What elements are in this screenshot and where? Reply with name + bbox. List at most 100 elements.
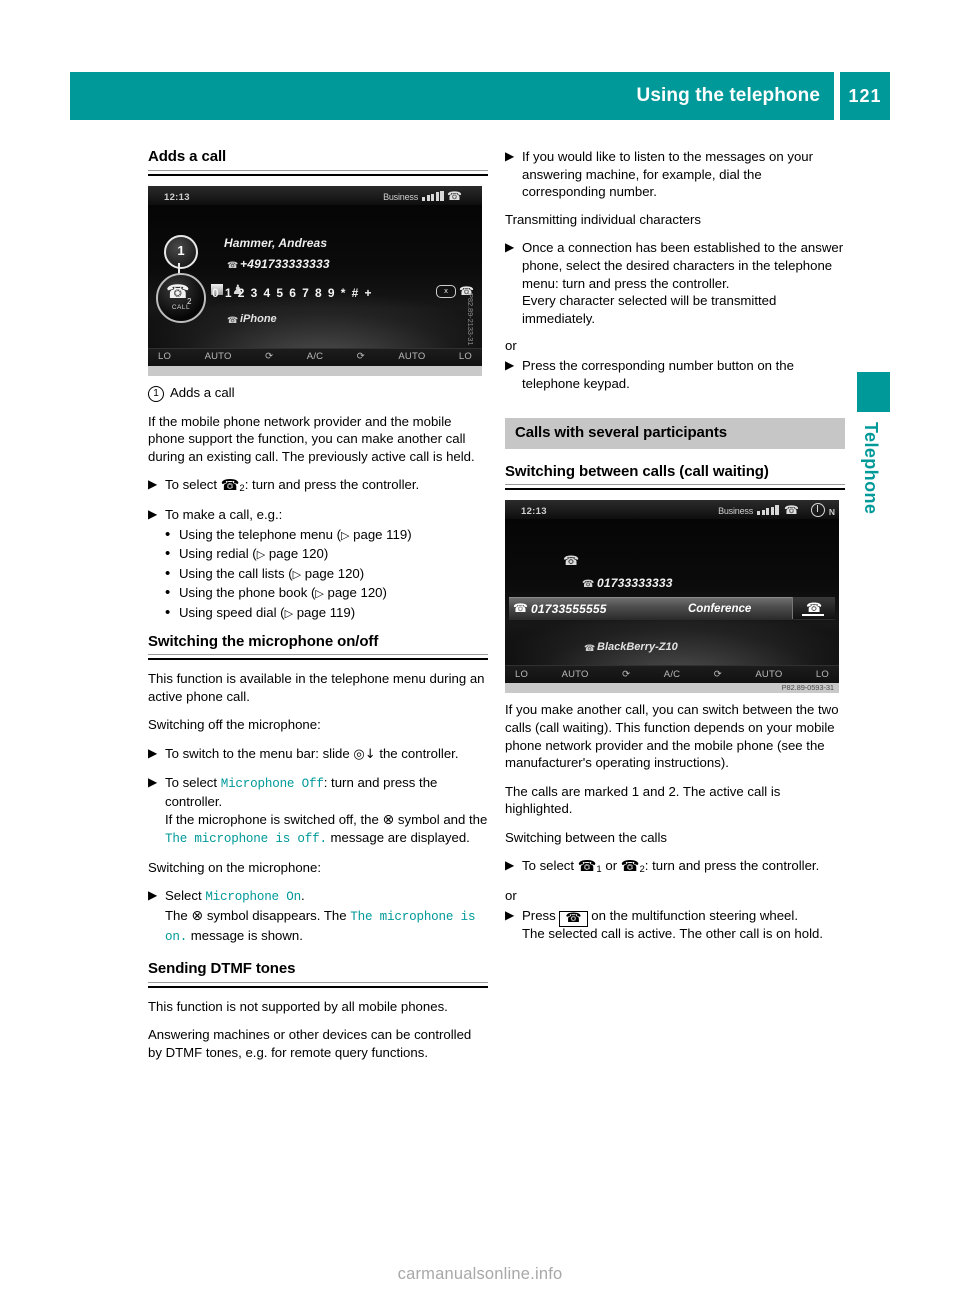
heading-switching-between-calls: Switching between calls (call waiting) [505, 462, 769, 480]
keypad-key[interactable]: 0 [212, 285, 219, 303]
step-press-detail: The selected call is active. The other c… [522, 925, 824, 941]
legend-text: Adds a call [170, 384, 235, 400]
list-item: Using speed dial (▷ page 119) [165, 604, 488, 623]
status-message-mic-off: The microphone is off. [165, 832, 327, 847]
keypad-key[interactable]: 2 [238, 285, 245, 303]
step-select-call2: ▶ To select ☎2: turn and press the contr… [148, 476, 488, 496]
climate-auto-right: AUTO [398, 351, 426, 363]
keypad-key[interactable]: 7 [302, 285, 309, 303]
cross-reference-page[interactable]: page 119) [293, 605, 355, 620]
page-header-band: Using the telephone [70, 72, 834, 120]
paragraph-mic-available: This function is available in the teleph… [148, 671, 485, 704]
step-mic-off-pre: To select [165, 774, 218, 790]
step-transmit-characters-line1: Once a connection has been established t… [522, 240, 844, 291]
step-press-steering-wheel-button: ▶ Press ☎ on the multifunction steering … [505, 907, 845, 943]
figure1-code-vertical: P82.89-2133-31 [466, 292, 475, 345]
step-arrow-icon: ▶ [505, 357, 515, 372]
step-mic-on-detail-post: message is shown. [190, 927, 303, 943]
list-item: Using the call lists (▷ page 120) [165, 565, 488, 584]
step-mic-on-detail-mid: symbol disappears. The [206, 908, 347, 924]
keypad-key[interactable]: 1 [225, 285, 232, 303]
step-listen-messages: ▶ If you would like to listen to the mes… [505, 148, 845, 201]
figure-adds-a-call: 12:13 Business ☎ 1 ☎ 2 CALL Hammer, Andr… [148, 185, 482, 376]
keypad-key[interactable]: 9 [328, 285, 335, 303]
step-mic-off-detail: If the microphone is switched off, the ⊗… [165, 811, 488, 849]
phone-index-1: 1 [596, 864, 602, 876]
step-mic-on-post: . [300, 888, 305, 904]
step-mic-off-detail-post: message are displayed. [330, 830, 470, 846]
step-select-call2-post: : turn and press the controller. [244, 477, 420, 493]
keypad-key[interactable]: # [352, 285, 359, 303]
step-switch-to-menu-bar: ▶ To switch to the menu bar: slide ◎↓ th… [148, 745, 488, 764]
phone-index-2: 2 [639, 864, 645, 876]
keypad-key[interactable]: 8 [315, 285, 322, 303]
figure-call-waiting: 12:13 Business ☎ N ☎ ☎ 01733333333 ☎ 017… [505, 500, 839, 694]
list-item: Using the telephone menu (▷ page 119) [165, 526, 488, 545]
or-separator-2: or [505, 888, 517, 904]
step-arrow-icon: ▶ [148, 477, 158, 492]
climate-ac: A/C [306, 351, 324, 363]
keypad-key[interactable]: + [364, 285, 371, 303]
subheading-transmitting-characters: Transmitting individual characters [505, 211, 701, 227]
heading-rule-thin [505, 484, 845, 486]
figure1-climate-bar: LO AUTO ⟳ A/C ⟳ AUTO LO [148, 347, 482, 366]
add-call-button-icon: ☎ 2 CALL [156, 272, 206, 323]
phone-receiver-icon: ☎ [577, 857, 597, 876]
keypad-key[interactable]: 6 [289, 285, 296, 303]
figure1-device-label: iPhone [240, 312, 277, 325]
step-arrow-icon: ▶ [505, 858, 515, 873]
menu-item-microphone-on[interactable]: Microphone On [205, 890, 301, 904]
climate-fan-left-icon: ⟳ [622, 669, 631, 681]
step-switch-menu-post: the controller. [379, 745, 459, 761]
step-arrow-icon: ▶ [505, 240, 515, 255]
climate-auto-left: AUTO [561, 669, 589, 681]
cross-reference-page[interactable]: page 119) [350, 527, 411, 542]
step-press-pre: Press [522, 907, 556, 923]
step-arrow-icon: ▶ [148, 745, 158, 760]
heading-microphone-toggle: Switching the microphone on/off [148, 632, 379, 650]
climate-auto-right: AUTO [755, 669, 783, 681]
heading-rule-thin [148, 981, 488, 983]
heading-rule-thick [148, 985, 488, 988]
paragraph-mic-on-intro: Switching on the microphone: [148, 859, 322, 875]
step-transmit-characters-line2: Every character selected will be transmi… [522, 293, 777, 326]
paragraph-dtmf-support: This function is not supported by all mo… [148, 998, 448, 1014]
step-mic-on-detail: The ⊗ symbol disappears. The The microph… [165, 907, 488, 946]
controller-slide-down-icon: ◎↓ [353, 746, 376, 762]
climate-auto-left: AUTO [204, 351, 232, 363]
list-item-label: Using the telephone menu ( [179, 526, 342, 542]
climate-lo-right: LO [815, 669, 829, 681]
step-press-number-button-text: Press the corresponding number button on… [522, 357, 794, 391]
add-call-caption: CALL [171, 304, 191, 311]
keypad-key[interactable]: 5 [276, 285, 283, 303]
cross-reference-arrow-icon: ▷ [292, 567, 302, 581]
step-arrow-icon: ▶ [148, 888, 158, 903]
left-column: Adds a call 12:13 Business ☎ 1 ☎ 2 CALL … [148, 148, 488, 1073]
figure1-carrier-label: Business [383, 191, 418, 202]
menu-item-microphone-off[interactable]: Microphone Off [221, 777, 324, 791]
step-select-call-1-or-2: ▶ To select ☎1 or ☎2: turn and press the… [505, 857, 845, 877]
cross-reference-page[interactable]: page 120) [324, 585, 387, 600]
figure2-climate-bar: LO AUTO ⟳ A/C ⟳ AUTO LO [505, 665, 839, 684]
heading-adds-a-call: Adds a call [148, 148, 227, 165]
active-call-icon: ☎ [513, 601, 528, 616]
held-call-icon: ☎ [563, 554, 580, 570]
keypad-key[interactable]: * [341, 285, 346, 303]
figure1-footer-strip [148, 365, 482, 376]
phone-receiver-icon: ☎ [620, 857, 640, 876]
list-item-label: Using the call lists ( [179, 565, 293, 581]
list-item: Using redial (▷ page 120) [165, 545, 488, 564]
bullet-list-call-methods: Using the telephone menu (▷ page 119)Usi… [148, 526, 488, 623]
step-mic-on-pre: Select [165, 888, 202, 904]
phone-index-2: 2 [239, 483, 245, 495]
list-item-label: Using the phone book ( [179, 585, 316, 601]
paragraph-call-waiting: If you make another call, you can switch… [505, 702, 839, 771]
figure1-keypad-row: 0 1 2 3 4 5 6 7 8 9 * # + [212, 283, 452, 305]
list-item-label: Using redial ( [179, 546, 257, 562]
cross-reference-page[interactable]: page 120) [265, 546, 328, 561]
keypad-key[interactable]: 3 [251, 285, 258, 303]
figure2-conference-label: Conference [688, 603, 752, 616]
cross-reference-page[interactable]: page 120) [301, 566, 364, 581]
keypad-key[interactable]: 4 [264, 285, 271, 303]
list-item: Using the phone book (▷ page 120) [165, 584, 488, 603]
